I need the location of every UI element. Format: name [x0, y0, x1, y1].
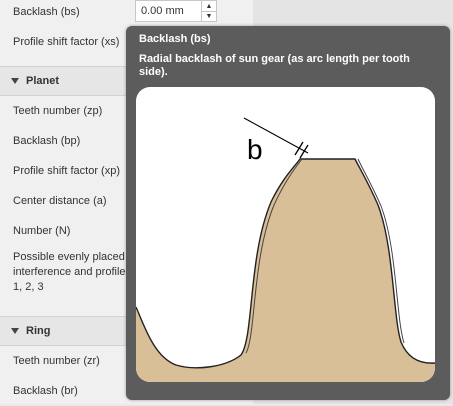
ring-section-title: Ring — [26, 325, 51, 337]
backlash-tooltip: Backlash (bs) Radial backlash of sun gea… — [126, 26, 450, 400]
down-arrow-icon[interactable]: ▼ — [201, 11, 216, 21]
tooltip-description: Radial backlash of sun gear (as arc leng… — [139, 53, 410, 78]
number-label: Number (N) — [13, 225, 71, 237]
triangle-down-icon[interactable] — [11, 78, 19, 84]
gear-tooth-diagram: b — [136, 117, 435, 382]
backlash-bs-stepper[interactable]: 0.00 mm ▲ ▼ — [135, 0, 217, 22]
planet-section-title: Planet — [26, 75, 60, 87]
profile-shift-xp-label: Profile shift factor (xp) — [13, 165, 120, 177]
dimension-tick-2 — [299, 144, 309, 159]
tooltip-title: Backlash (bs) — [139, 33, 211, 45]
profile-shift-xs-label: Profile shift factor (xs) — [13, 36, 120, 48]
backlash-bs-label: Backlash (bs) — [13, 6, 80, 18]
center-distance-label: Center distance (a) — [13, 195, 107, 207]
teeth-zp-label: Teeth number (zp) — [13, 105, 103, 117]
triangle-down-icon[interactable] — [11, 328, 19, 334]
teeth-zr-label: Teeth number (zr) — [13, 355, 100, 367]
dimension-tick-1 — [294, 141, 304, 156]
backlash-br-label: Backlash (br) — [13, 385, 78, 397]
backlash-b-label: b — [247, 134, 263, 165]
backlash-bs-value[interactable]: 0.00 mm — [141, 5, 184, 17]
backlash-bp-label: Backlash (bp) — [13, 135, 81, 147]
gear-tooth-shape — [136, 159, 435, 382]
backlash-diagram: b — [136, 87, 435, 382]
